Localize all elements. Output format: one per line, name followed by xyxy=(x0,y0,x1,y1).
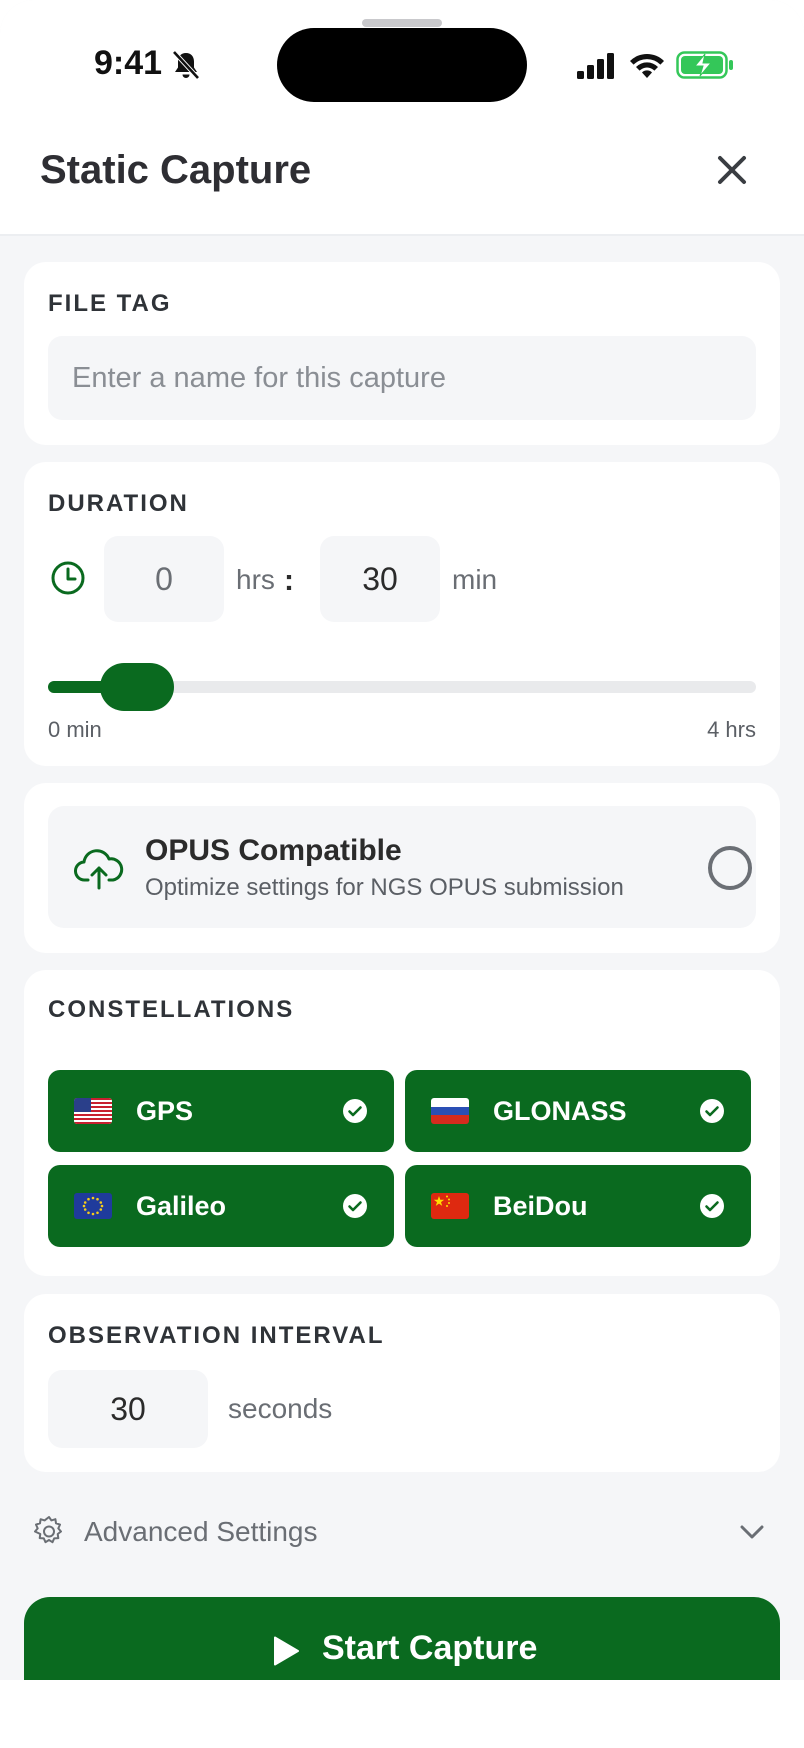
advanced-settings-label: Advanced Settings xyxy=(84,1516,318,1547)
duration-card: DURATION 0 hrs : 30 min 0 min 4 hrs xyxy=(24,462,780,766)
constellation-label: GPS xyxy=(136,1096,194,1126)
advanced-settings-toggle[interactable]: Advanced Settings xyxy=(24,1506,780,1556)
constellation-chip-galileo[interactable]: Galileo xyxy=(48,1165,394,1247)
check-circle-icon xyxy=(700,1194,724,1218)
constellation-label: Galileo xyxy=(136,1191,227,1221)
opus-subtitle: Optimize settings for NGS OPUS submissio… xyxy=(145,874,624,901)
sheet-grabber[interactable] xyxy=(362,19,442,27)
status-time: 9:41 xyxy=(94,44,163,82)
check-circle-icon xyxy=(700,1099,724,1123)
file-tag-label: FILE TAG xyxy=(48,290,172,317)
wifi-icon xyxy=(630,53,664,78)
close-icon[interactable] xyxy=(712,150,752,190)
start-capture-label: Start Capture xyxy=(322,1629,538,1667)
page-title: Static Capture xyxy=(40,148,312,192)
chevron-down-icon xyxy=(740,1525,764,1539)
hours-input[interactable]: 0 xyxy=(104,536,224,622)
constellations-card: CONSTELLATIONS GPS GLONASS Galileo BeiDo… xyxy=(24,970,780,1276)
slider-max-label: 4 hrs xyxy=(707,717,756,742)
minutes-input[interactable]: 30 xyxy=(320,536,440,622)
opus-card: OPUS Compatible Optimize settings for NG… xyxy=(24,783,780,953)
check-circle-icon xyxy=(343,1194,367,1218)
duration-slider-thumb[interactable] xyxy=(99,663,174,711)
time-separator: : xyxy=(284,564,294,597)
interval-unit: seconds xyxy=(228,1393,333,1424)
file-tag-input[interactable] xyxy=(48,336,756,420)
slider-min-label: 0 min xyxy=(48,717,102,742)
observation-interval-card: OBSERVATION INTERVAL 30 seconds xyxy=(24,1294,780,1472)
start-capture-button[interactable]: Start Capture xyxy=(24,1597,780,1680)
minutes-unit: min xyxy=(452,564,498,595)
play-icon xyxy=(274,1636,299,1666)
opus-radio[interactable] xyxy=(708,846,752,890)
eu-flag-icon xyxy=(74,1193,112,1219)
opus-title: OPUS Compatible xyxy=(145,834,402,867)
check-circle-icon xyxy=(343,1099,367,1123)
us-flag-icon xyxy=(74,1098,112,1124)
observation-interval-label: OBSERVATION INTERVAL xyxy=(48,1322,385,1349)
home-indicator-area xyxy=(0,1680,804,1748)
ru-flag-icon xyxy=(431,1098,469,1124)
battery-charging-icon xyxy=(676,51,733,79)
opus-toggle-row[interactable]: OPUS Compatible Optimize settings for NG… xyxy=(48,806,756,928)
interval-input[interactable]: 30 xyxy=(48,1370,208,1448)
constellations-label: CONSTELLATIONS xyxy=(48,996,295,1023)
hours-unit: hrs xyxy=(236,564,275,595)
cloud-upload-icon xyxy=(74,849,124,890)
bell-off-icon xyxy=(172,50,200,80)
dynamic-island xyxy=(277,28,527,102)
constellation-chip-beidou[interactable]: BeiDou xyxy=(405,1165,751,1247)
constellation-chip-glonass[interactable]: GLONASS xyxy=(405,1070,751,1152)
cellular-signal-icon xyxy=(577,53,614,79)
gear-icon xyxy=(34,1516,62,1544)
constellation-label: GLONASS xyxy=(493,1096,627,1126)
capture-sheet: 9:41 Static Capture FILE TAG DURATION xyxy=(0,0,804,1680)
file-tag-card: FILE TAG xyxy=(24,262,780,445)
cn-flag-icon xyxy=(431,1193,469,1219)
constellation-label: BeiDou xyxy=(493,1191,588,1221)
constellation-chip-gps[interactable]: GPS xyxy=(48,1070,394,1152)
clock-icon xyxy=(51,561,85,595)
duration-label: DURATION xyxy=(48,490,189,517)
